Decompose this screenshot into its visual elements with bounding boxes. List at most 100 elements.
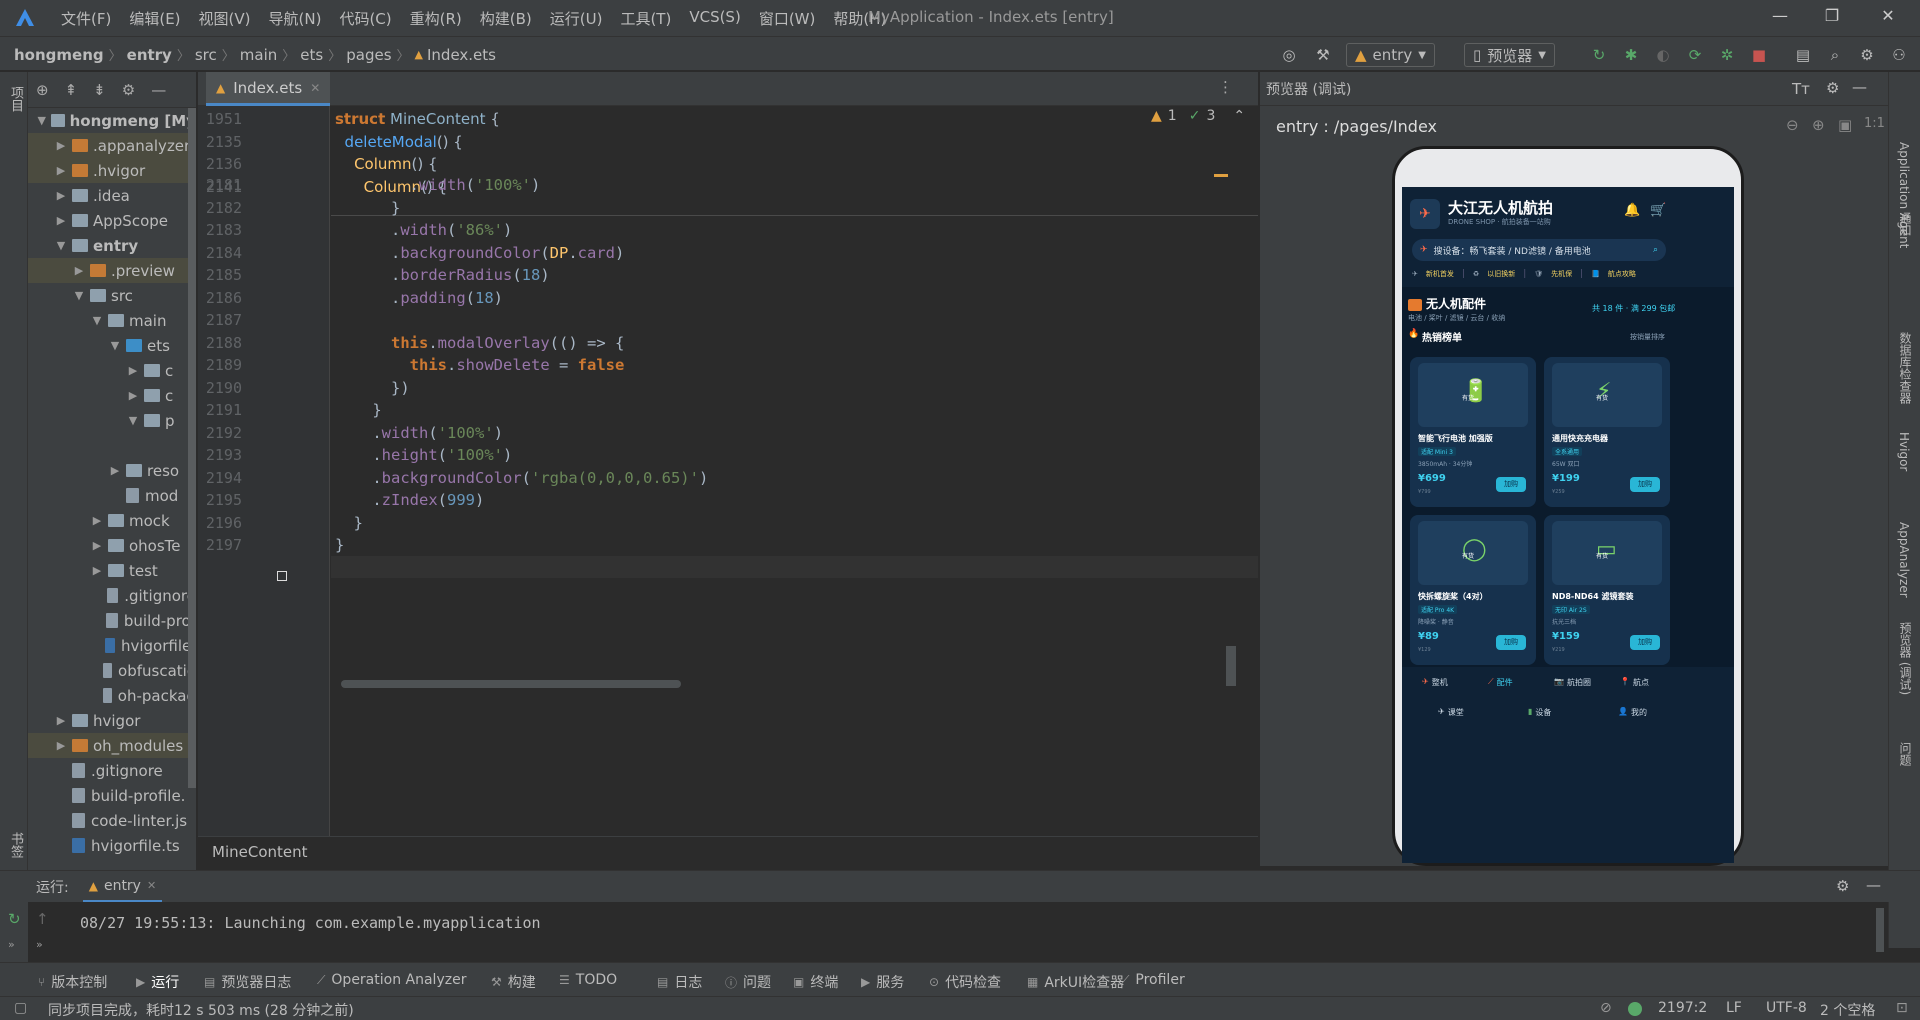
quick-link[interactable]: 新机首发 xyxy=(1426,269,1454,279)
tool-window-button[interactable]: ▶ 运行 xyxy=(136,972,179,992)
file-encoding[interactable]: UTF-8 xyxy=(1766,1000,1807,1016)
tool-window-button[interactable]: ⓘ 问题 xyxy=(725,972,771,992)
close-tab-icon[interactable]: ✕ xyxy=(310,81,320,95)
breakpoint-marker[interactable] xyxy=(277,571,287,581)
tree-item[interactable]: ▶ c xyxy=(28,383,196,408)
tree-item[interactable]: ▶ c xyxy=(28,358,196,383)
breadcrumb-item[interactable]: pages xyxy=(346,46,391,64)
chevron-right-icon[interactable]: ▶ xyxy=(54,714,68,727)
expand-icon[interactable]: ⇟ xyxy=(93,81,106,99)
tool-window-button[interactable]: ▤ 预览器日志 xyxy=(204,972,291,992)
tree-item[interactable]: ▶ hvigor xyxy=(28,708,196,733)
tree-item[interactable]: ▼ main xyxy=(28,308,196,333)
tree-item[interactable]: ▼ hongmeng [My xyxy=(28,108,197,133)
tree-item[interactable]: build-prof xyxy=(28,608,196,633)
structure-breadcrumb[interactable]: MineContent xyxy=(212,843,308,861)
tree-item[interactable]: ▶ ohosTe xyxy=(28,533,196,558)
zoom-in-icon[interactable]: ⊕ xyxy=(1812,116,1825,134)
tree-item[interactable]: .gitignore xyxy=(28,758,196,783)
code-line[interactable]: }) xyxy=(335,379,410,397)
hide-icon[interactable]: — xyxy=(151,81,166,99)
tree-item[interactable]: code-linter.js xyxy=(28,808,196,833)
quick-link[interactable]: 航点攻略 xyxy=(1608,269,1636,279)
minimize-icon[interactable]: — xyxy=(1768,6,1792,30)
tree-item[interactable]: oh-packag xyxy=(28,683,196,708)
collapse-icon[interactable]: ⇞ xyxy=(65,81,78,99)
hammer-icon[interactable]: ⚒ xyxy=(1314,46,1332,64)
tree-item[interactable]: .gitignore xyxy=(28,583,196,608)
add-to-cart-button[interactable]: 加购 xyxy=(1496,635,1526,650)
chevron-right-icon[interactable]: ▶ xyxy=(54,164,68,177)
tree-item[interactable]: ▼ p xyxy=(28,408,196,433)
nav-tab[interactable]: ✈ 整机 xyxy=(1422,677,1448,688)
tree-item[interactable]: ▶ reso xyxy=(28,458,196,483)
menu-item[interactable]: 工具(T) xyxy=(611,8,680,29)
chevron-right-icon[interactable]: ▶ xyxy=(72,264,86,277)
breadcrumb-item[interactable]: entry xyxy=(127,46,172,64)
code-line[interactable]: } xyxy=(335,536,344,554)
chevron-right-icon[interactable]: ▶ xyxy=(108,464,122,477)
product-card[interactable]: ⚡ 有货 通用快充充电器 全系通用 65W 双口 ¥199 ¥259 加购 xyxy=(1544,357,1670,507)
tool-window-button[interactable]: ⚒ 构建 xyxy=(491,972,536,992)
tree-item[interactable]: ▶ .idea xyxy=(28,183,196,208)
nav-tab[interactable]: ⟋ 配件 xyxy=(1488,677,1513,688)
tree-item[interactable]: ▶ .appanalyzer xyxy=(28,133,196,158)
right-tool-button[interactable]: Hvigor xyxy=(1897,432,1911,471)
right-tool-button[interactable]: AppAnalyzer xyxy=(1897,522,1911,598)
right-tool-button[interactable]: 问题 xyxy=(1897,742,1914,766)
menu-item[interactable]: 构建(B) xyxy=(471,8,541,29)
code-line[interactable]: this.modalOverlay(() => { xyxy=(335,334,624,352)
code-line[interactable]: .padding(18) xyxy=(335,289,503,307)
chevron-down-icon[interactable]: ▼ xyxy=(36,114,47,127)
run-config-tab[interactable]: ▲ entry ✕ xyxy=(82,872,163,902)
nav-tab[interactable]: ▮ 设备 xyxy=(1528,707,1551,718)
menu-item[interactable]: 视图(V) xyxy=(190,8,260,29)
chevron-right-icon[interactable]: ▶ xyxy=(54,739,68,752)
chevron-down-icon[interactable]: ▼ xyxy=(54,239,68,252)
chevron-right-icon[interactable]: ▶ xyxy=(126,364,140,377)
hide-icon[interactable]: — xyxy=(1852,78,1867,96)
gear-icon[interactable]: ⚙ xyxy=(1836,877,1849,895)
tool-window-button[interactable]: ▦ ArkUI检查器 xyxy=(1027,972,1124,992)
menu-item[interactable]: VCS(S) xyxy=(680,8,749,29)
close-tab-icon[interactable]: ✕ xyxy=(147,879,156,892)
more-actions-icon[interactable]: » xyxy=(8,938,15,951)
plugin-icon[interactable]: ⚇ xyxy=(1890,46,1908,64)
search-icon[interactable]: ⌕ xyxy=(1826,46,1844,64)
no-power-icon[interactable]: ⊘ xyxy=(1600,1000,1612,1016)
rerun-icon[interactable]: ⟳ xyxy=(1686,46,1704,64)
tree-item[interactable]: ▶ AppScope xyxy=(28,208,196,233)
code-horizontal-scrollbar[interactable] xyxy=(341,680,681,688)
code-line[interactable]: this.showDelete = false xyxy=(335,356,625,374)
chevron-up-icon[interactable]: ⌃ xyxy=(1233,108,1245,124)
tree-item[interactable]: ▶ .hvigor xyxy=(28,158,196,183)
more-icon[interactable]: » xyxy=(36,938,43,951)
code-line[interactable]: .width('100%') xyxy=(335,424,503,442)
attach-debugger-icon[interactable]: ✲ xyxy=(1718,46,1736,64)
font-size-icon[interactable]: Tт xyxy=(1792,80,1810,98)
add-to-cart-button[interactable]: 加购 xyxy=(1496,477,1526,492)
layout-icon[interactable]: ▢ xyxy=(14,1000,27,1016)
tree-item[interactable]: mod xyxy=(28,483,196,508)
more-icon[interactable]: ⋮ xyxy=(1218,78,1233,96)
bell-icon[interactable]: 🔔 xyxy=(1624,203,1640,218)
chevron-right-icon[interactable]: ▶ xyxy=(90,514,104,527)
menu-item[interactable]: 重构(R) xyxy=(401,8,471,29)
nav-tab[interactable]: 👤 我的 xyxy=(1618,707,1647,718)
code-line[interactable]: } xyxy=(335,401,381,419)
line-separator[interactable]: LF xyxy=(1726,1000,1742,1016)
right-tool-button[interactable]: 预览器 (调试) xyxy=(1897,622,1914,695)
indent-setting[interactable]: 2 个空格 xyxy=(1820,1000,1875,1020)
tool-window-button[interactable]: ⟋ Operation Analyzer xyxy=(317,972,466,988)
nav-tab[interactable]: 📷 航拍圈 xyxy=(1554,677,1591,688)
code-line[interactable]: } xyxy=(335,514,363,532)
tree-item[interactable]: ▶ .preview xyxy=(28,258,196,283)
code-line[interactable]: .borderRadius(18) xyxy=(335,266,550,284)
quick-link[interactable]: 以旧换新 xyxy=(1487,269,1515,279)
breadcrumb-item[interactable]: src xyxy=(195,46,217,64)
chevron-right-icon[interactable]: ▶ xyxy=(54,139,68,152)
menu-item[interactable]: 窗口(W) xyxy=(750,8,825,29)
tool-window-button[interactable]: ☰ TODO xyxy=(559,972,617,988)
tree-item[interactable]: hvigorfile.ts xyxy=(28,833,196,858)
hide-icon[interactable]: — xyxy=(1866,876,1881,894)
